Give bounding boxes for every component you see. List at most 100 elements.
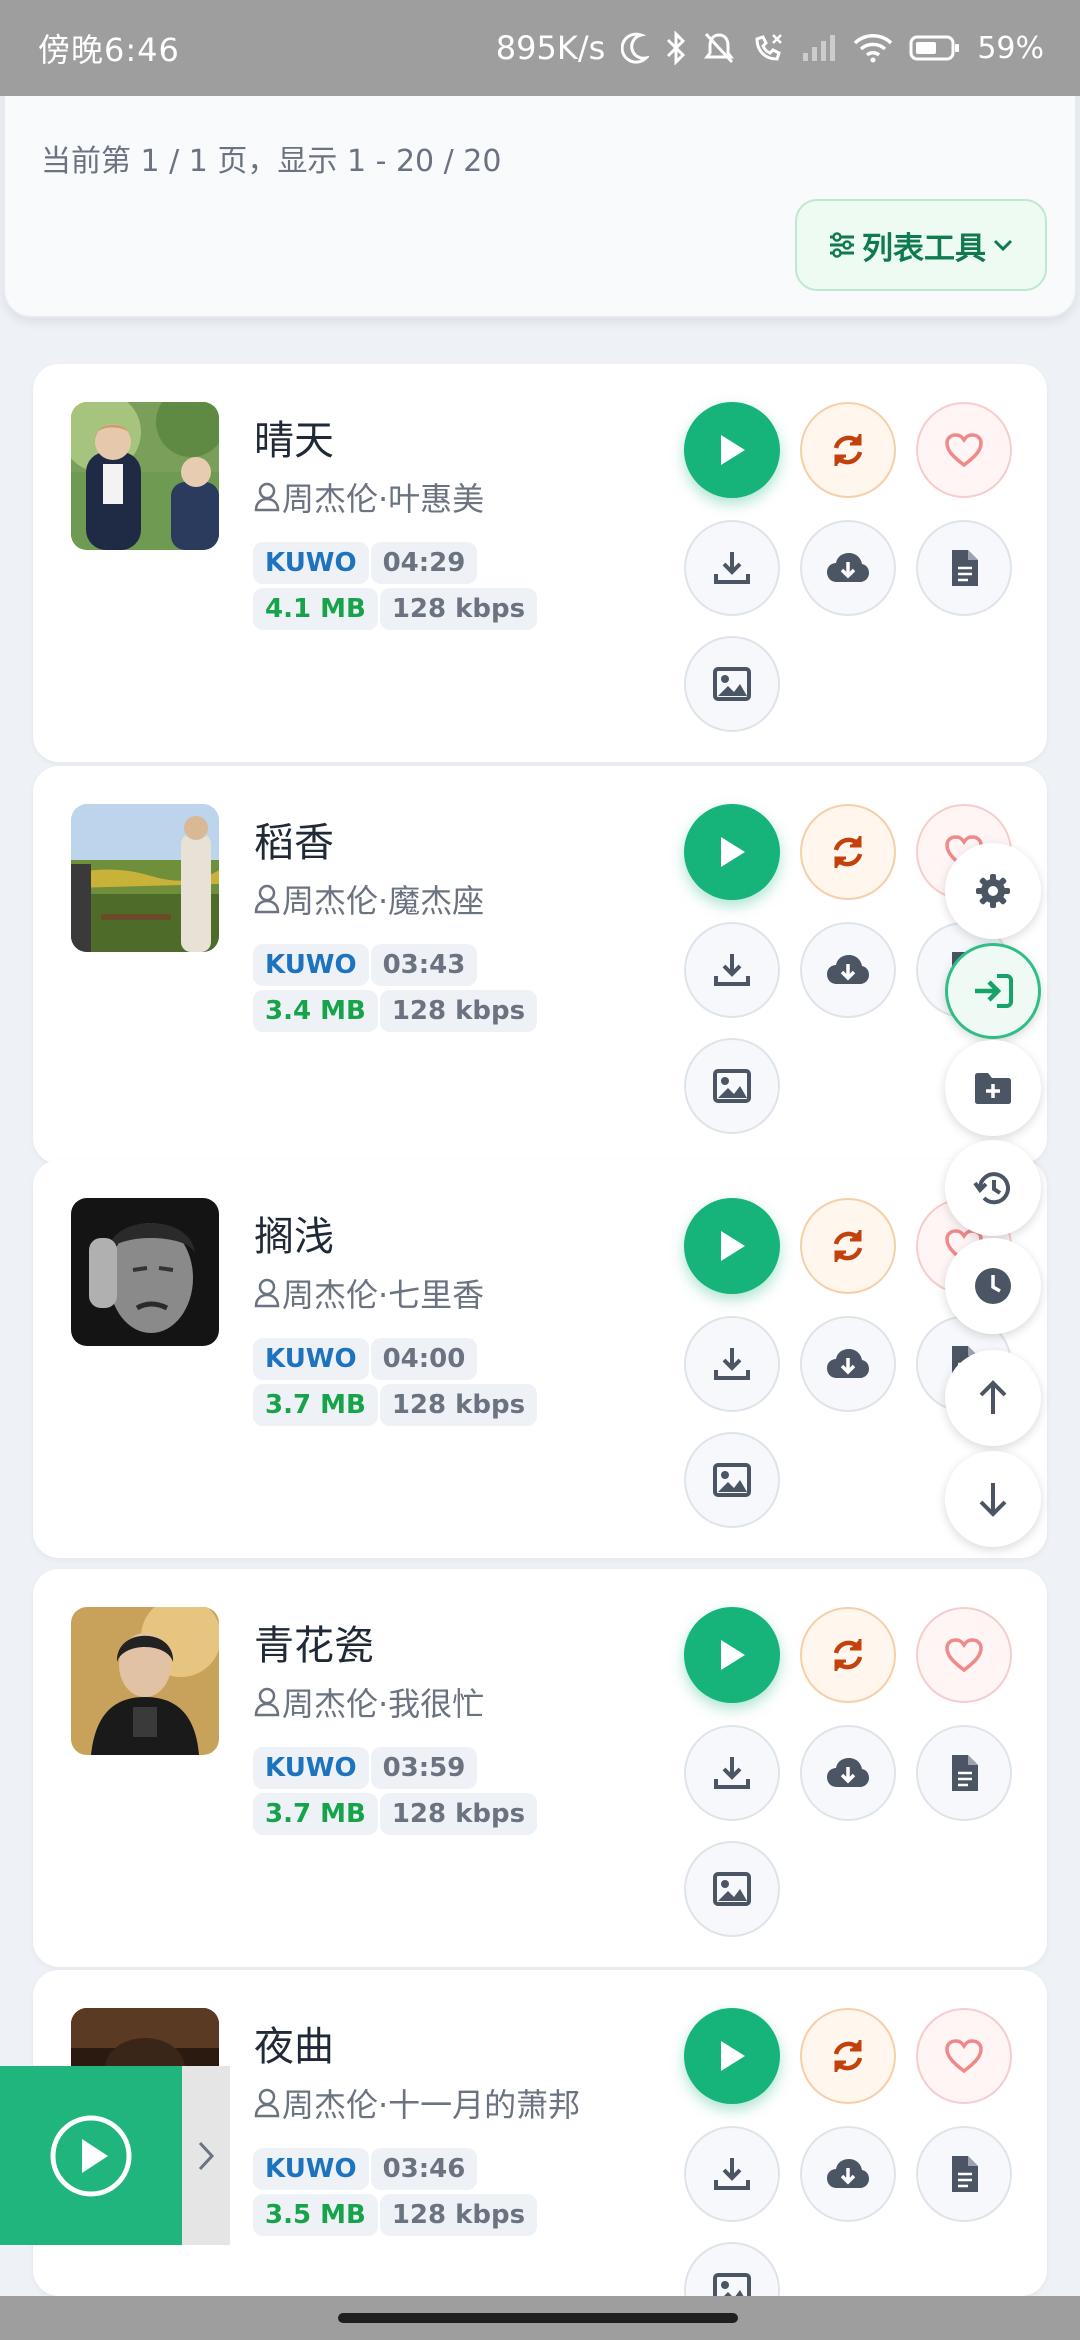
bitrate-tag: 128 kbps: [379, 588, 538, 630]
download-button[interactable]: [684, 1725, 780, 1821]
download-button[interactable]: [684, 2126, 780, 2222]
source-tag: KUWO: [253, 542, 369, 584]
image-icon: [713, 1872, 751, 1906]
mini-player-expand[interactable]: [182, 2066, 230, 2245]
login-fab[interactable]: [945, 943, 1041, 1039]
cloud-download-icon: [827, 955, 869, 984]
battery-percent: 59%: [977, 30, 1044, 66]
favorite-button[interactable]: [916, 2008, 1012, 2104]
list-tools-label: 列表工具: [862, 230, 986, 267]
artist-album-text: 周杰伦·七里香: [282, 1276, 485, 1314]
song-artist: 周杰伦·我很忙: [254, 1679, 484, 1725]
status-bar: 傍晚6:46 895K/s 59%: [0, 0, 1080, 96]
cloud-save-button[interactable]: [800, 520, 896, 616]
song-tags: KUWO 04:00 3.7 MB 128 kbps: [253, 1338, 583, 1428]
cover-image-button[interactable]: [684, 1038, 780, 1134]
lyrics-button[interactable]: [916, 520, 1012, 616]
moon-icon: [621, 32, 650, 64]
song-card[interactable]: 青花瓷 周杰伦·我很忙 KUWO 03:59 3.7 MB 128 kbps: [33, 1569, 1047, 1967]
chevron-right-icon: [198, 2141, 215, 2170]
switch-source-button[interactable]: [800, 1198, 896, 1294]
chevron-down-icon: [993, 239, 1013, 252]
duration-tag: 04:00: [370, 1338, 478, 1380]
song-card[interactable]: 稻香 周杰伦·魔杰座 KUWO 03:43 3.4 MB 128 kbps: [33, 766, 1047, 1164]
sliders-icon: [830, 232, 854, 258]
switch-source-button[interactable]: [800, 402, 896, 498]
play-button[interactable]: [684, 1198, 780, 1294]
download-button[interactable]: [684, 1316, 780, 1412]
download-icon: [714, 2158, 750, 2190]
song-title: 夜曲: [254, 2024, 334, 2070]
lyrics-button[interactable]: [916, 2126, 1012, 2222]
play-button[interactable]: [684, 2008, 780, 2104]
song-artist: 周杰伦·七里香: [254, 1270, 484, 1316]
download-button[interactable]: [684, 922, 780, 1018]
new-folder-fab[interactable]: [945, 1040, 1041, 1136]
switch-source-button[interactable]: [800, 1607, 896, 1703]
song-card[interactable]: 晴天周杰伦·叶惠美 KUWO 04:29 4.1 MB 128 kbps: [33, 364, 1047, 762]
song-tags: KUWO 03:59 3.7 MB 128 kbps: [253, 1747, 583, 1837]
bell-off-icon: [704, 32, 735, 64]
call-off-icon: [755, 34, 783, 61]
bitrate-tag: 128 kbps: [379, 2194, 538, 2236]
size-tag: 3.7 MB: [253, 1793, 378, 1835]
status-time: 傍晚6:46: [38, 31, 180, 69]
download-icon: [714, 1757, 750, 1789]
cloud-save-button[interactable]: [800, 922, 896, 1018]
cloud-save-button[interactable]: [800, 1316, 896, 1412]
play-button[interactable]: [684, 804, 780, 900]
switch-source-button[interactable]: [800, 804, 896, 900]
mini-player-button[interactable]: [0, 2066, 182, 2245]
duration-tag: 04:29: [370, 542, 478, 584]
home-indicator[interactable]: [338, 2313, 738, 2323]
size-tag: 4.1 MB: [253, 588, 378, 630]
play-button[interactable]: [684, 402, 780, 498]
arrow-down-icon: [979, 1483, 1007, 1517]
cover-image-button[interactable]: [684, 1841, 780, 1937]
album-cover: [71, 402, 219, 550]
scroll-top-fab[interactable]: [945, 1350, 1041, 1446]
cover-image-button[interactable]: [684, 636, 780, 732]
image-icon: [713, 1463, 751, 1497]
cloud-download-icon: [827, 2159, 869, 2188]
source-tag: KUWO: [253, 944, 369, 986]
favorite-button[interactable]: [916, 1607, 1012, 1703]
artist-album-text: 周杰伦·我很忙: [282, 1685, 485, 1723]
recent-fab[interactable]: [945, 1238, 1041, 1334]
song-title: 晴天: [254, 418, 334, 464]
favorite-button[interactable]: [916, 402, 1012, 498]
size-tag: 3.5 MB: [253, 2194, 378, 2236]
list-tools-button[interactable]: 列表工具: [795, 199, 1047, 291]
bitrate-tag: 128 kbps: [379, 990, 538, 1032]
lyrics-button[interactable]: [916, 1725, 1012, 1821]
settings-fab[interactable]: [945, 843, 1041, 939]
navigation-bar: [0, 2296, 1080, 2340]
album-cover: [71, 1607, 219, 1755]
song-title: 搁浅: [254, 1214, 334, 1260]
switch-source-button[interactable]: [800, 2008, 896, 2104]
cloud-save-button[interactable]: [800, 1725, 896, 1821]
play-button[interactable]: [684, 1607, 780, 1703]
heart-icon: [945, 1638, 983, 1673]
gear-icon: [976, 874, 1010, 908]
bitrate-tag: 128 kbps: [379, 1384, 538, 1426]
song-tags: KUWO 03:43 3.4 MB 128 kbps: [253, 944, 583, 1034]
wifi-icon: [854, 34, 893, 63]
user-icon: [254, 1278, 280, 1308]
download-icon: [714, 954, 750, 986]
cover-image-button[interactable]: [684, 1432, 780, 1528]
user-icon: [254, 884, 280, 914]
source-tag: KUWO: [253, 1338, 369, 1380]
duration-tag: 03:46: [370, 2148, 478, 2190]
download-button[interactable]: [684, 520, 780, 616]
clock-icon: [975, 1268, 1011, 1304]
scroll-bottom-fab[interactable]: [945, 1451, 1041, 1547]
cloud-save-button[interactable]: [800, 2126, 896, 2222]
folder-plus-icon: [975, 1073, 1011, 1104]
history-fab[interactable]: [945, 1140, 1041, 1236]
song-artist: 周杰伦·叶惠美: [254, 474, 484, 520]
artist-album-text: 周杰伦·十一月的萧邦: [282, 2086, 581, 2124]
file-icon: [952, 2156, 978, 2192]
heart-icon: [945, 433, 983, 468]
song-card[interactable]: 搁浅周杰伦·七里香 KUWO 04:00 3.7 MB 128 kbps: [33, 1160, 1047, 1558]
